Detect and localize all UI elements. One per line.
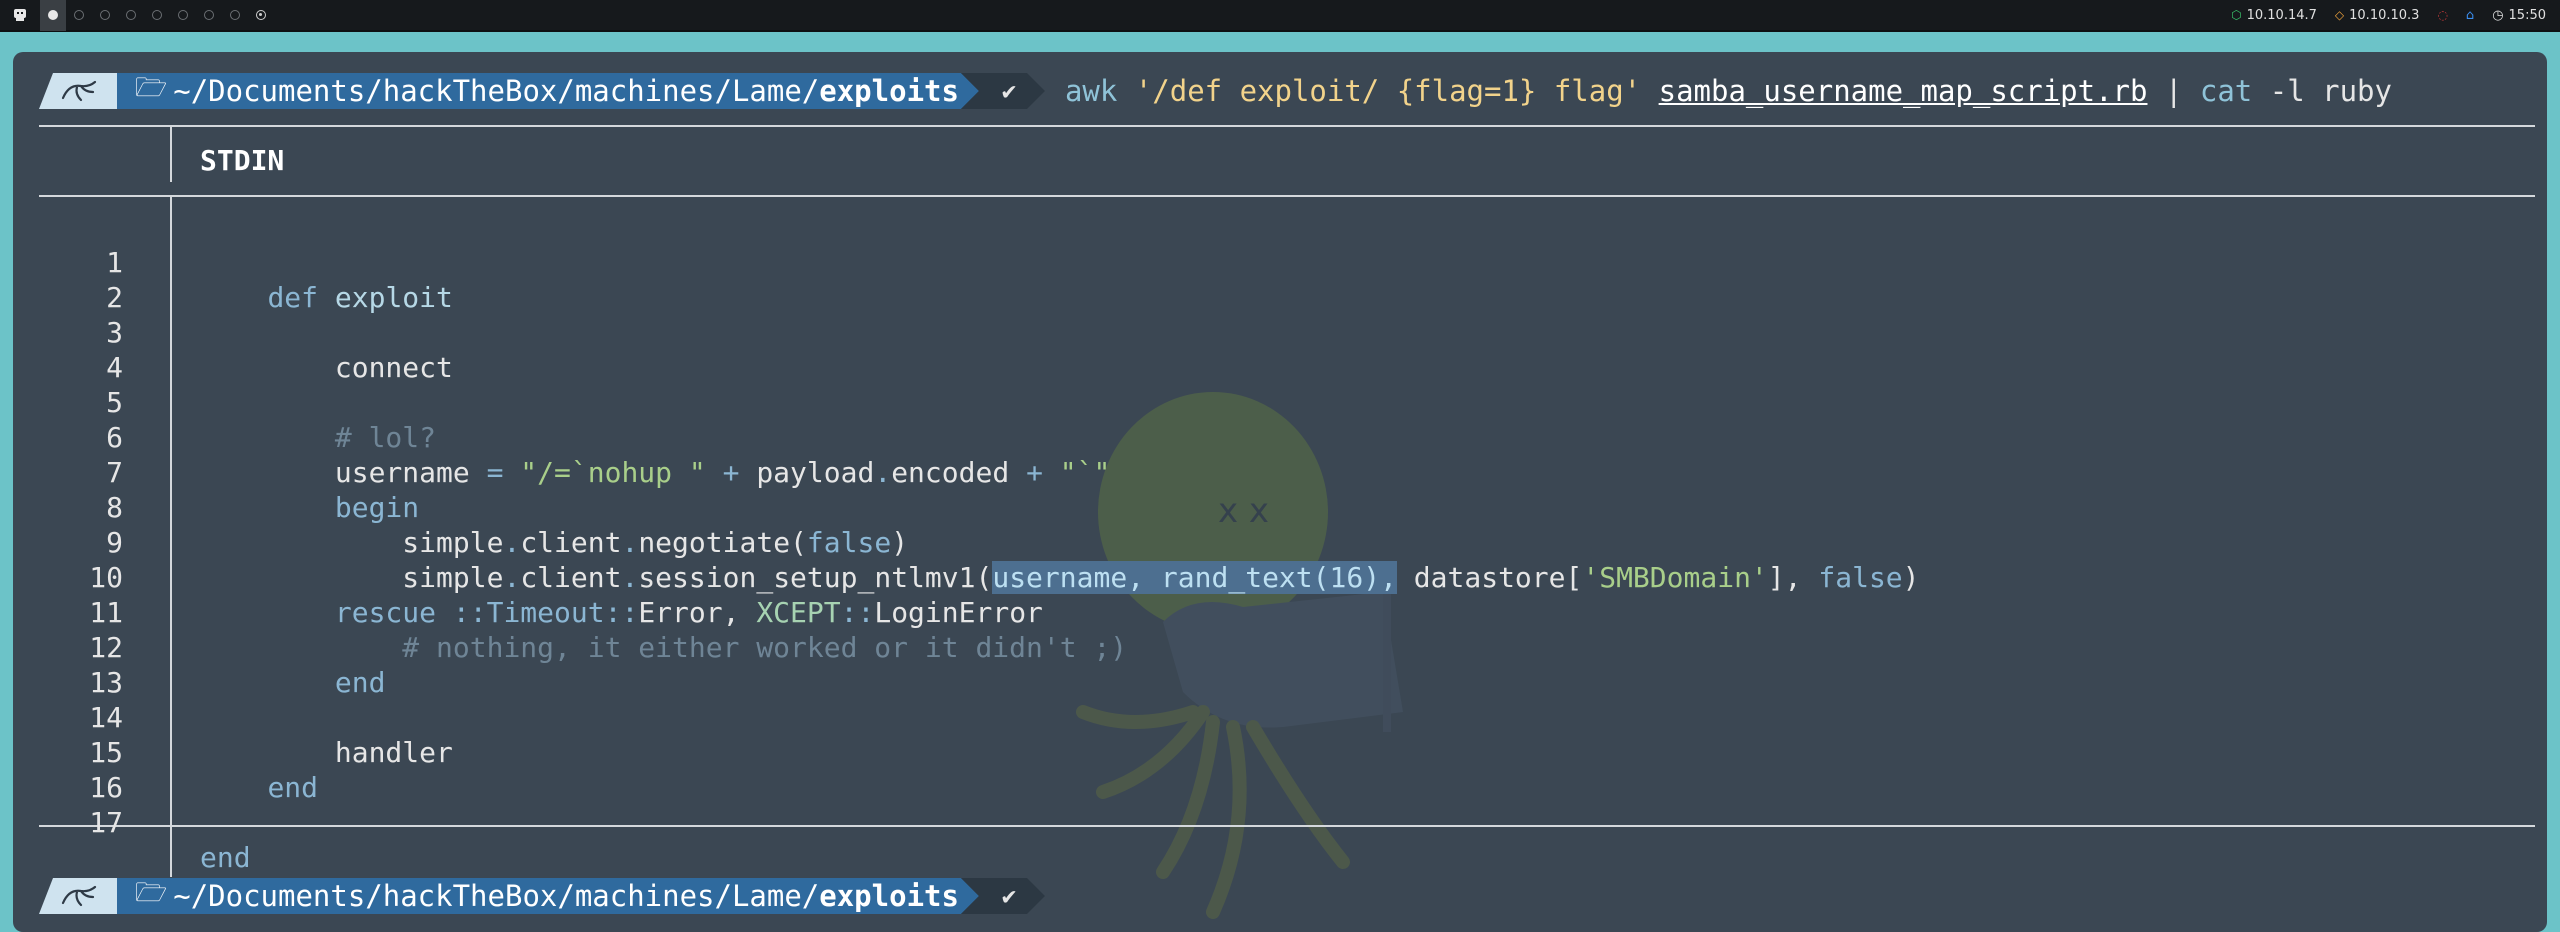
top-panel: ⬡ 10.10.14.7 ◇ 10.10.10.3 ◌ ⌂ ◷ 15:50 — [0, 0, 2560, 32]
code-line: 15 end — [89, 736, 319, 804]
target-icon: ◇ — [2334, 8, 2345, 22]
kali-dragon-icon — [39, 73, 119, 109]
vpn-status: ⬡ 10.10.14.7 — [2231, 7, 2317, 23]
prompt-path: 🗁 ~/Documents/hackTheBox/machines/Lame/e… — [117, 73, 979, 109]
clock: ◷ 15:50 — [2492, 7, 2546, 23]
folder-icon: 🗁 — [135, 878, 168, 908]
workspace-7[interactable] — [196, 0, 222, 31]
code-line: 13 — [89, 666, 123, 699]
code-line: 7 begin — [106, 456, 420, 524]
code-line: 1 def exploit — [106, 246, 453, 314]
command-line[interactable]: awk '/def exploit/ {flag=1} flag' samba_… — [1065, 74, 2392, 108]
code-line: 5 # lol? — [106, 386, 437, 454]
code-line: 8 simple.client.negotiate(false) — [106, 491, 909, 559]
code-line: 9 simple.client.session_setup_ntlmv1(use… — [106, 526, 1920, 594]
workspace-3[interactable] — [92, 0, 118, 31]
workspace-4[interactable] — [118, 0, 144, 31]
code-line: 12 end — [89, 631, 386, 699]
home-icon[interactable]: ⌂ — [2466, 8, 2474, 23]
workspace-8[interactable] — [222, 0, 248, 31]
code-line: 16 — [89, 771, 123, 804]
workspace-5[interactable] — [144, 0, 170, 31]
disconnected-icon: ◌ — [2437, 8, 2448, 22]
workspace-1[interactable] — [40, 0, 66, 31]
code-line: 11 # nothing, it either worked or it did… — [89, 596, 1128, 664]
terminal-window[interactable]: x x 🗁 ~/Documents/hackTheBox/machines/La… — [13, 52, 2547, 932]
target-status: ◇ 10.10.10.3 — [2334, 7, 2420, 23]
prompt-path: 🗁 ~/Documents/hackTheBox/machines/Lame/e… — [117, 878, 979, 914]
workspace-6[interactable] — [170, 0, 196, 31]
code-line: 17 end — [89, 806, 251, 874]
app-launcher-icon[interactable] — [0, 0, 40, 31]
clock-icon: ◷ — [2492, 7, 2504, 23]
folder-icon: 🗁 — [135, 73, 168, 103]
shell-prompt: 🗁 ~/Documents/hackTheBox/machines/Lame/e… — [39, 878, 1045, 914]
code-line: 2 — [106, 281, 123, 314]
gutter-rule-header — [170, 126, 172, 182]
table-top-rule — [39, 125, 2535, 127]
file-header: STDIN — [200, 144, 285, 177]
kali-dragon-icon — [39, 878, 119, 914]
table-bottom-rule — [39, 825, 2535, 827]
header-rule — [39, 195, 2535, 197]
code-line: 6 username = "/=`nohup " + payload.encod… — [106, 421, 1111, 489]
code-line: 14 handler — [89, 701, 453, 769]
vpn-icon: ⬡ — [2231, 8, 2242, 22]
code-line: 4 — [106, 351, 123, 384]
workspace-9[interactable] — [248, 0, 274, 31]
code-line: 10 rescue ::Timeout::Error, XCEPT::Login… — [89, 561, 1043, 629]
code-line: 3 connect — [106, 316, 453, 384]
shell-prompt: 🗁 ~/Documents/hackTheBox/machines/Lame/e… — [39, 73, 2392, 109]
workspace-2[interactable] — [66, 0, 92, 31]
